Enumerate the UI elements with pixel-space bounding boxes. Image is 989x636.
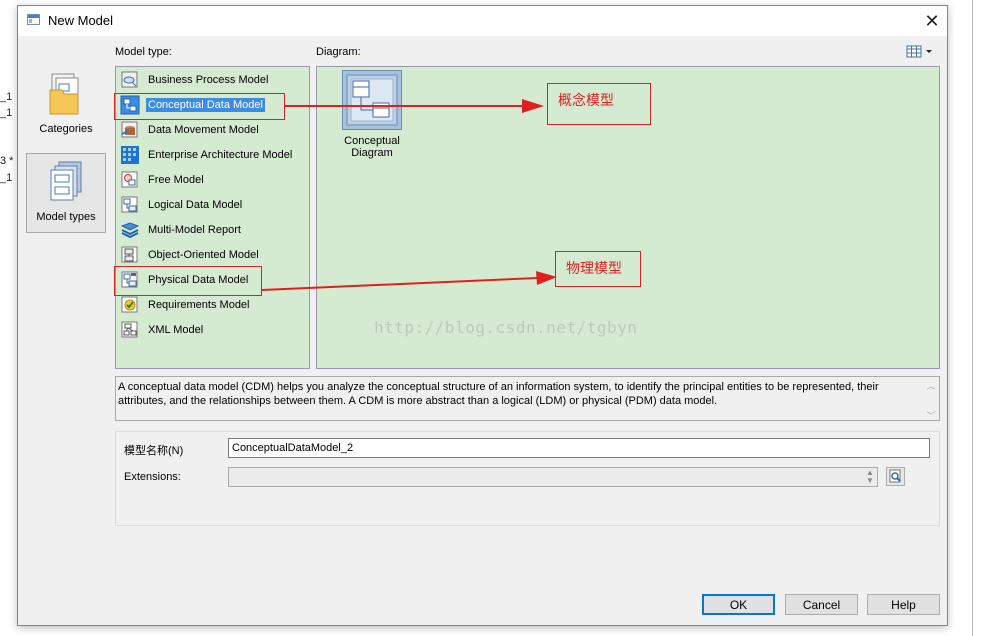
extensions-input[interactable] [228,467,878,487]
background-text: _1 [0,91,13,103]
model-types-icon [49,160,85,204]
view-mode-button[interactable] [906,44,936,59]
category-panel: Categories Model types [26,66,108,236]
model-description: A conceptual data model (CDM) helps you … [115,376,940,421]
cancel-button[interactable]: Cancel [785,594,858,615]
help-button[interactable]: Help [867,594,940,615]
diagram-item-conceptual[interactable]: Conceptual Diagram [322,70,422,159]
free-model-icon [120,170,140,190]
list-item-requirements[interactable]: Requirements Model [120,294,306,316]
list-item-multi-model-report[interactable]: Multi-Model Report [120,219,306,241]
list-item-label: XML Model [148,324,204,336]
list-item-label: Object-Oriented Model [148,249,259,261]
diagram-label: Diagram: [316,46,361,58]
list-item-logical-data[interactable]: Logical Data Model [120,194,306,216]
requirements-icon [120,295,140,315]
category-categories[interactable]: Categories [26,66,106,146]
annotation-label-physical: 物理模型 [555,251,641,287]
list-item-label: Enterprise Architecture Model [148,149,293,161]
diagram-caption: Conceptual Diagram [344,135,400,159]
list-item-label: Requirements Model [148,299,250,311]
scroll-down-icon: ﹀ [926,411,936,421]
list-item-label: Logical Data Model [148,199,243,211]
annotation-highlight-physical [114,266,262,296]
window-icon [27,14,40,25]
data-movement-icon [120,120,140,140]
list-item-enterprise-architecture[interactable]: Enterprise Architecture Model [120,144,306,166]
dialog-title: New Model [48,13,114,28]
watermark: http://blog.csdn.net/tgbyn [374,318,638,337]
extensions-spinner[interactable]: ▲ ▼ [864,469,876,485]
annotation-highlight-conceptual [114,93,285,120]
background-divider [972,0,973,636]
list-item-label: Multi-Model Report [148,224,241,236]
logical-data-icon [120,195,140,215]
close-button[interactable]: ✕ [917,6,947,36]
grid-view-icon [906,45,932,58]
xml-model-icon [120,320,140,340]
category-label: Model types [36,211,96,223]
model-name-input[interactable] [228,438,930,458]
extensions-label: Extensions: [124,471,181,483]
scroll-up-icon: ︿ [926,381,936,391]
category-model-types[interactable]: Model types [26,153,106,233]
description-text: A conceptual data model (CDM) helps you … [118,381,879,407]
object-oriented-icon [120,245,140,265]
ok-button[interactable]: OK [702,594,775,615]
description-scrollbar[interactable]: ︿ ﹀ [925,379,937,421]
category-label: Categories [39,123,93,135]
list-item-label: Data Movement Model [148,124,259,136]
spin-down-icon: ▼ [866,476,874,485]
background-text: _1 [0,172,13,184]
list-item-label: Free Model [148,174,204,186]
extensions-browse-button[interactable] [886,467,905,486]
close-icon: ✕ [924,10,940,31]
background-text: 3 * [0,155,14,167]
list-item-data-movement[interactable]: Data Movement Model [120,119,306,141]
business-process-icon [120,70,140,90]
conceptual-diagram-icon [342,70,402,130]
categories-icon [48,72,84,116]
multi-model-report-icon [120,220,140,240]
list-item-object-oriented[interactable]: Object-Oriented Model [120,244,306,266]
background-text: _1 [0,107,13,119]
title-bar: New Model ✕ [18,6,947,36]
enterprise-architecture-icon [120,145,140,165]
list-item-label: Business Process Model [148,74,269,86]
model-type-label: Model type: [115,46,172,58]
model-name-label: 模型名称(N) [124,445,184,457]
list-item-xml-model[interactable]: XML Model [120,319,306,341]
list-item-business-process[interactable]: Business Process Model [120,69,306,91]
annotation-label-conceptual: 概念模型 [547,83,651,125]
browse-icon [889,469,901,483]
list-item-free-model[interactable]: Free Model [120,169,306,191]
